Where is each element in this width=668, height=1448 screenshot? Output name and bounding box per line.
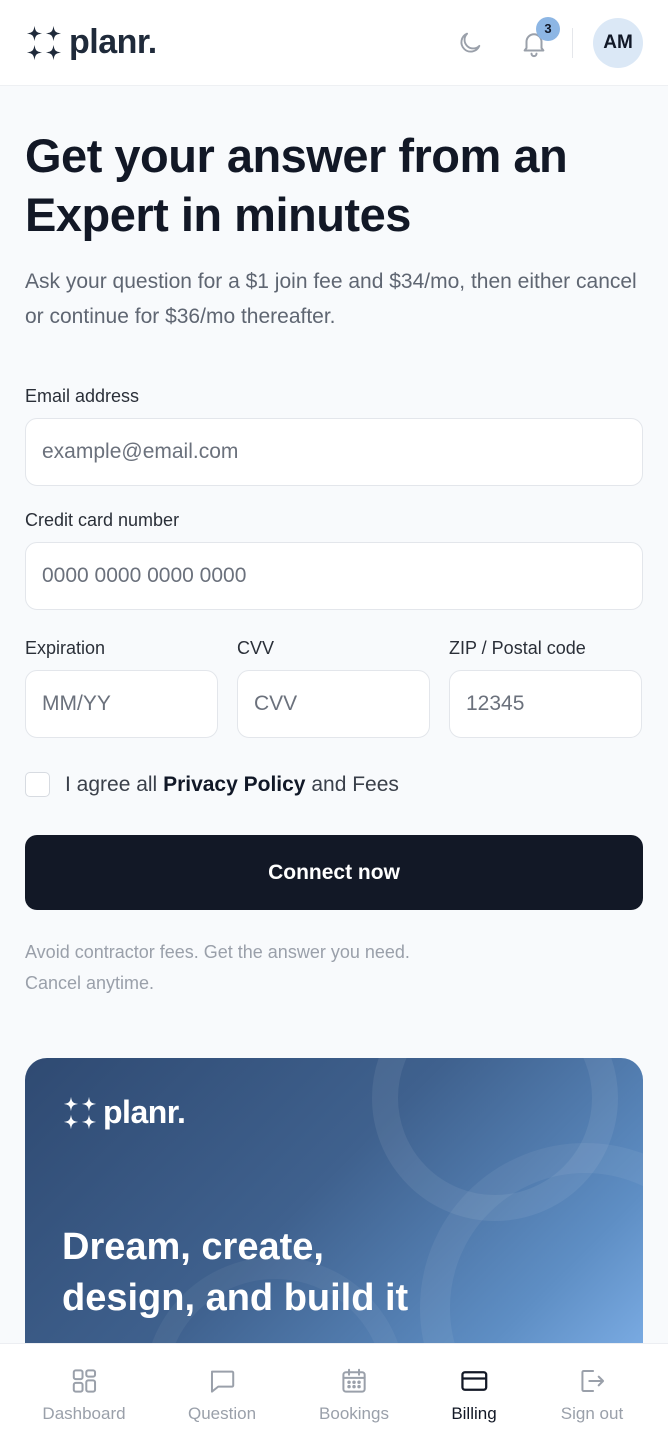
top-header: planr. 3 AM xyxy=(0,0,668,86)
nav-item-billing[interactable]: Billing xyxy=(451,1366,497,1424)
moon-icon xyxy=(460,32,481,52)
promo-title: Dream, create, design, and build it xyxy=(62,1222,582,1324)
promo-logo: planr. xyxy=(62,1094,186,1131)
notifications-button[interactable]: 3 xyxy=(514,16,560,63)
agree-row: I agree all Privacy Policy and Fees xyxy=(25,772,643,797)
note-line-2: Cancel anytime. xyxy=(25,973,155,993)
promo-logo-text: planr. xyxy=(103,1094,186,1130)
nav-item-bookings[interactable]: Bookings xyxy=(319,1366,389,1424)
footer-note: Avoid contractor fees. Get the answer yo… xyxy=(25,937,643,999)
chat-icon xyxy=(210,1370,235,1393)
header-actions: 3 AM xyxy=(450,16,643,68)
sparkle-logo-icon xyxy=(26,25,62,60)
connect-now-button[interactable]: Connect now xyxy=(25,835,643,910)
card-number-field[interactable] xyxy=(25,542,643,610)
card-number-label: Credit card number xyxy=(25,510,180,530)
promo-title-line-1: Dream, create, xyxy=(62,1226,324,1268)
email-field[interactable] xyxy=(25,418,643,486)
notification-badge: 3 xyxy=(536,16,560,41)
logout-icon xyxy=(581,1370,605,1392)
promo-title-line-2: design, and build it xyxy=(62,1277,409,1319)
expiration-group: Expiration xyxy=(25,638,218,738)
nav-label-bookings: Bookings xyxy=(319,1404,389,1423)
sparkle-logo-icon xyxy=(63,1096,97,1129)
nav-item-question[interactable]: Question xyxy=(188,1366,256,1424)
bottom-nav: Dashboard Question Bookings Billing Sign… xyxy=(0,1343,668,1448)
zip-label: ZIP / Postal code xyxy=(449,638,586,658)
agree-text: I agree all Privacy Policy and Fees xyxy=(65,773,399,797)
agree-suffix: and Fees xyxy=(305,772,399,796)
page-title: Get your answer from an Expert in minute… xyxy=(25,129,568,241)
cvv-field[interactable] xyxy=(237,670,430,738)
theme-toggle-button[interactable] xyxy=(450,23,490,63)
note-line-1: Avoid contractor fees. Get the answer yo… xyxy=(25,942,410,962)
expiration-field[interactable] xyxy=(25,670,218,738)
page-subtitle: Ask your question for a $1 join fee and … xyxy=(25,270,637,328)
agree-checkbox[interactable] xyxy=(25,772,50,797)
agree-prefix: I agree all xyxy=(65,772,164,796)
zip-group: ZIP / Postal code xyxy=(449,638,642,738)
header-divider xyxy=(572,27,573,58)
logo-text: planr. xyxy=(69,23,157,61)
nav-label-question: Question xyxy=(187,1404,257,1423)
card-details-row: Expiration CVV ZIP / Postal code xyxy=(25,638,643,738)
expiration-label: Expiration xyxy=(25,638,106,658)
avatar[interactable]: AM xyxy=(593,17,643,68)
nav-item-dashboard[interactable]: Dashboard xyxy=(42,1366,126,1424)
app-logo[interactable]: planr. xyxy=(25,23,157,62)
nav-label-billing: Billing xyxy=(451,1404,497,1423)
nav-label-sign-out: Sign out xyxy=(560,1404,624,1423)
calendar-icon xyxy=(342,1368,366,1393)
cvv-group: CVV xyxy=(237,638,430,738)
nav-item-sign-out[interactable]: Sign out xyxy=(561,1366,623,1424)
zip-field[interactable] xyxy=(449,670,642,738)
main-content: Get your answer from an Expert in minute… xyxy=(25,86,643,999)
privacy-policy-link[interactable]: Privacy Policy xyxy=(163,773,305,796)
nav-label-dashboard: Dashboard xyxy=(42,1404,126,1423)
cvv-label: CVV xyxy=(237,638,275,658)
promo-card: planr. Dream, create, design, and build … xyxy=(25,1058,643,1378)
credit-card-icon xyxy=(460,1371,487,1391)
grid-icon xyxy=(72,1369,96,1393)
email-label: Email address xyxy=(25,386,140,406)
